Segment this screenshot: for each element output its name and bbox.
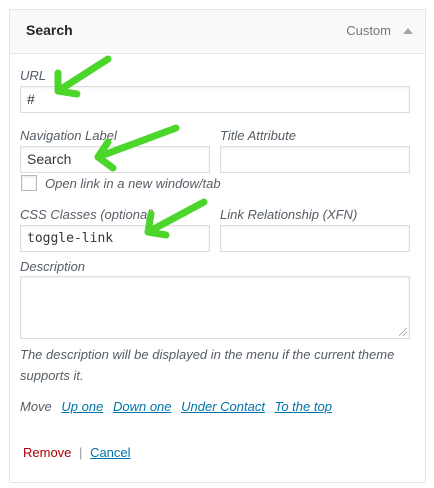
menu-item-type: Custom: [346, 23, 391, 38]
open-new-tab-label[interactable]: Open link in a new window/tab: [45, 176, 221, 191]
css-classes-label: CSS Classes (optional): [20, 207, 155, 222]
move-up-one-link[interactable]: Up one: [61, 399, 103, 414]
description-label: Description: [20, 259, 86, 274]
url-input[interactable]: #: [20, 86, 410, 113]
open-new-tab-checkbox[interactable]: [21, 175, 37, 191]
description-help-text: The description will be displayed in the…: [20, 347, 395, 383]
item-actions: Remove | Cancel: [23, 445, 131, 460]
menu-item-title: Search: [26, 22, 73, 38]
move-label: Move: [20, 399, 52, 414]
link-relationship-label: Link Relationship (XFN): [220, 207, 358, 222]
move-down-one-link[interactable]: Down one: [113, 399, 172, 414]
cancel-link[interactable]: Cancel: [90, 445, 130, 460]
link-relationship-input[interactable]: [220, 225, 410, 252]
resize-handle-icon[interactable]: [399, 328, 407, 336]
menu-item-header[interactable]: Search Custom: [10, 10, 425, 54]
move-under-contact-link[interactable]: Under Contact: [181, 399, 265, 414]
css-classes-input[interactable]: toggle-link: [20, 225, 210, 252]
triangle-up-icon[interactable]: [403, 28, 413, 34]
move-row: Move Up one Down one Under Contact To th…: [20, 399, 332, 414]
action-separator: |: [79, 445, 83, 460]
navigation-label-input[interactable]: Search: [20, 146, 210, 173]
navigation-label-label: Navigation Label: [20, 128, 117, 143]
title-attribute-label: Title Attribute: [220, 128, 296, 143]
description-textarea[interactable]: [20, 276, 410, 339]
url-label: URL: [20, 68, 47, 83]
remove-link[interactable]: Remove: [23, 445, 71, 460]
move-to-top-link[interactable]: To the top: [275, 399, 332, 414]
title-attribute-input[interactable]: [220, 146, 410, 173]
